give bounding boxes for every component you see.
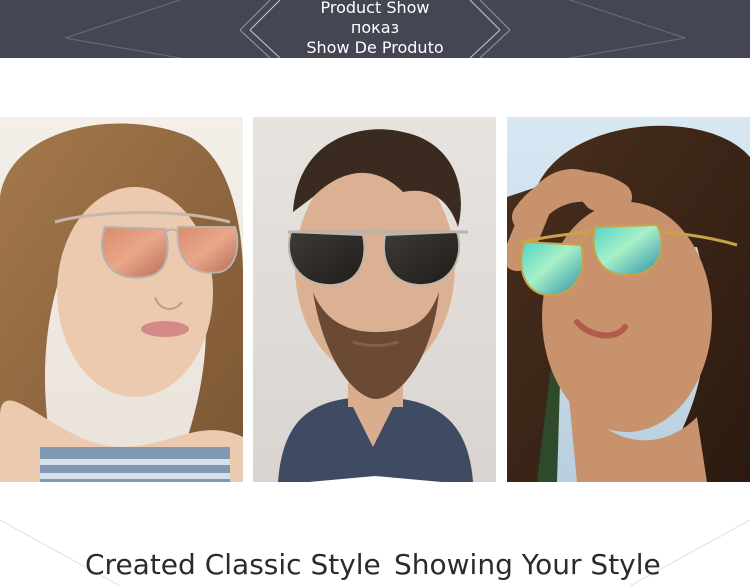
banner-title-pt: Show De Produto <box>306 38 444 57</box>
banner-title: Product Show показ Show De Produto <box>0 0 750 58</box>
banner-title-ru: показ <box>350 18 400 37</box>
caption: Created Classic Style Showing Your Style <box>0 545 750 585</box>
product-photo-woman-rose <box>0 117 243 482</box>
caption-right: Showing Your Style <box>394 548 661 581</box>
top-banner: Product Show показ Show De Produto <box>0 0 750 58</box>
product-photo-man-dark <box>253 117 496 482</box>
banner-title-en: Product Show <box>320 0 430 17</box>
product-photo-woman-green <box>507 117 750 482</box>
caption-left: Created Classic Style <box>85 548 381 581</box>
